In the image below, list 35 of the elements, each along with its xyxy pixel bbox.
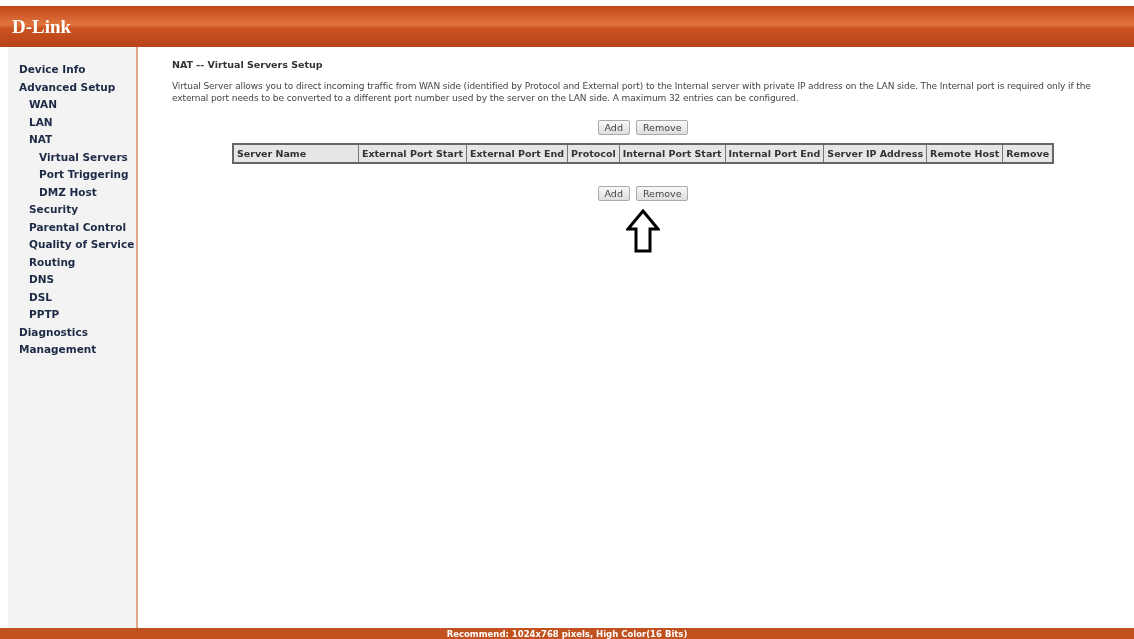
sidebar-item[interactable]: DSL — [8, 288, 52, 306]
sidebar-item[interactable]: Diagnostics — [8, 323, 88, 341]
column-header: Remove — [1002, 144, 1054, 163]
sidebar-item[interactable]: DMZ Host — [8, 183, 97, 201]
description: Virtual Server allows you to direct incoming traffic from WAN side (identified by Protocol and External port) to the Internal server with private IP address on the LAN side. The Internal port is required only if the external port needs to be converted to a different port number used by the server on the LAN side. A maximum 32 entries can be configured. — [172, 81, 1092, 104]
page-title: NAT -- Virtual Servers Setup — [172, 59, 324, 70]
up-arrow-icon — [626, 209, 660, 253]
add-button[interactable]: Add — [597, 186, 630, 201]
column-header: Protocol — [567, 144, 620, 163]
sidebar-item[interactable]: Management — [8, 341, 97, 359]
sidebar-item[interactable]: Quality of Service — [8, 236, 135, 254]
column-header: External Port End — [466, 144, 568, 163]
sidebar-item[interactable]: PPTP — [8, 306, 60, 324]
sidebar-item[interactable]: Security — [8, 201, 79, 219]
sidebar-item[interactable]: Parental Control — [8, 218, 127, 236]
sidebar-item[interactable]: Device Info — [8, 61, 86, 79]
logo: D-Link — [12, 15, 72, 38]
column-header: Internal Port Start — [619, 144, 725, 163]
sidebar-item[interactable]: Advanced Setup — [8, 78, 116, 96]
remove-button[interactable]: Remove — [635, 120, 689, 135]
column-header: Server Name — [232, 144, 359, 163]
sidebar-item[interactable]: Virtual Servers — [8, 148, 128, 166]
remove-button[interactable]: Remove — [635, 186, 689, 201]
add-button[interactable]: Add — [597, 120, 630, 135]
sidebar-item[interactable]: Routing — [8, 253, 76, 271]
column-header: Internal Port End — [725, 144, 824, 163]
footer-text: Recommend: 1024x768 pixels, High Color(16 Bits) — [446, 628, 688, 639]
column-header: External Port Start — [358, 144, 467, 163]
column-header: Server IP Address — [823, 144, 927, 163]
sidebar-item[interactable]: NAT — [8, 131, 53, 149]
sidebar-item[interactable]: LAN — [8, 113, 53, 131]
sidebar-item[interactable]: WAN — [8, 96, 58, 114]
sidebar-item[interactable]: Port Triggering — [8, 166, 129, 184]
sidebar-item[interactable]: DNS — [8, 271, 55, 289]
column-header: Remote Host — [926, 144, 1003, 163]
